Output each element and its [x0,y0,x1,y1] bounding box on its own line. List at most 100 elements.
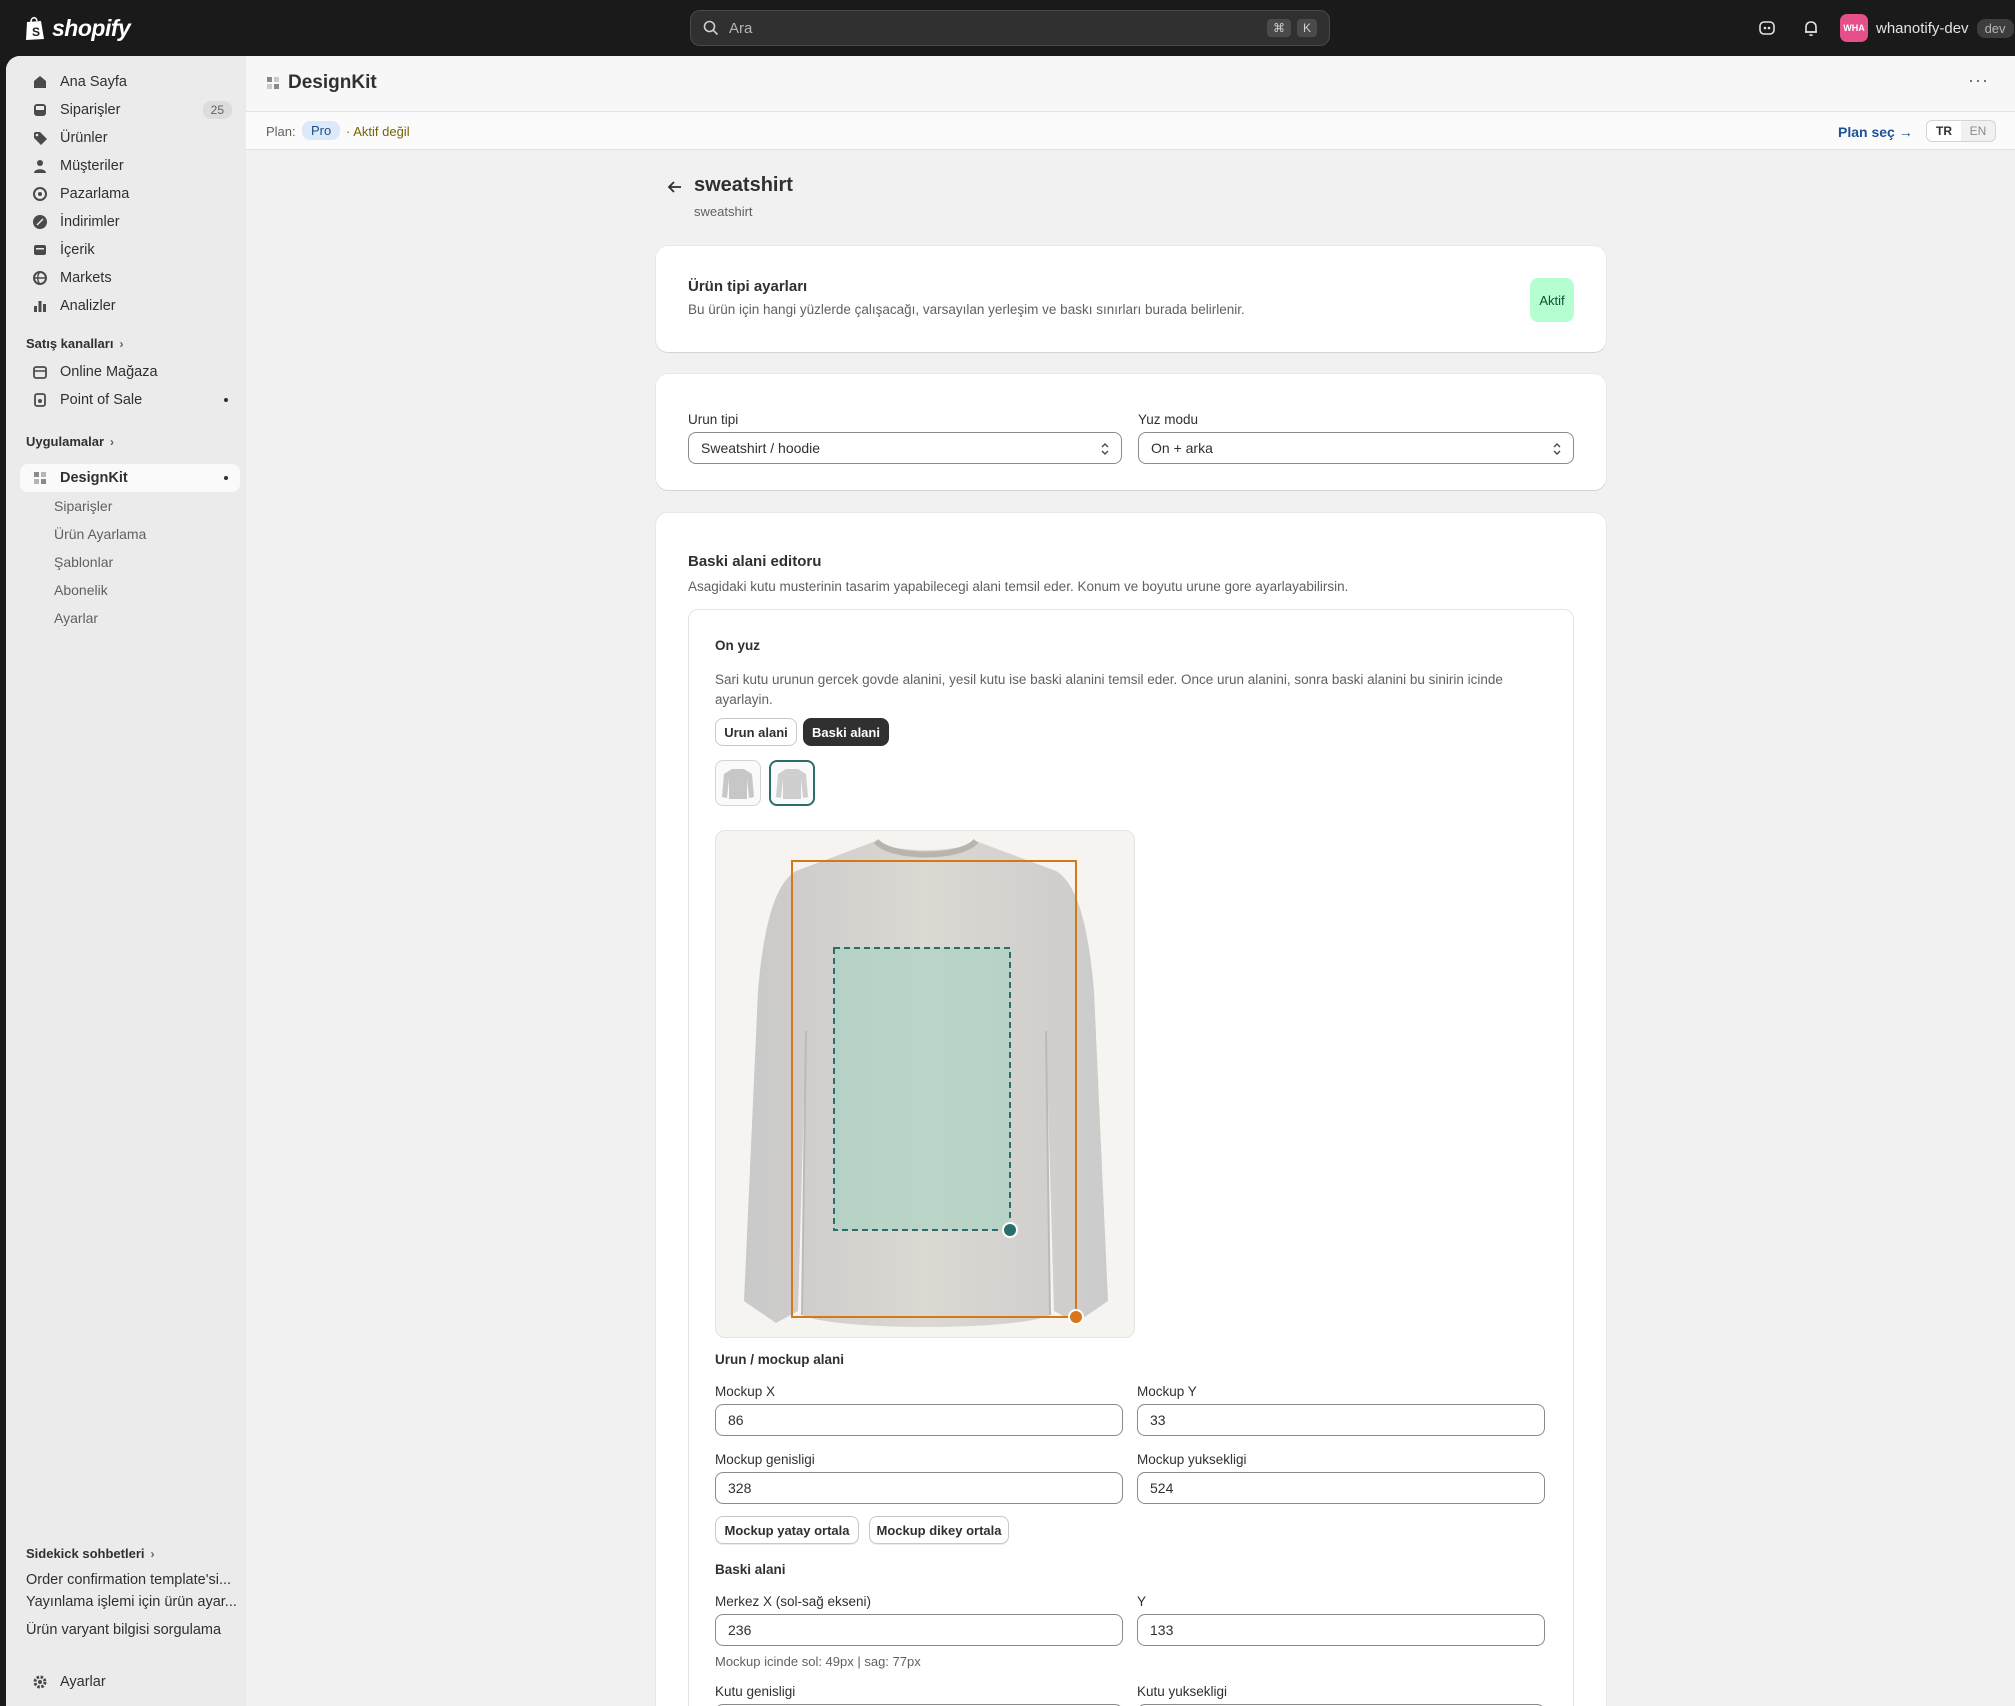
sidebar-subitem-product-settings[interactable]: Ürün Ayarlama [54,526,146,542]
box-width-label: Kutu genisligi [715,1684,796,1699]
app-title-text: DesignKit [288,72,377,93]
center-x-input[interactable]: 236 [715,1614,1123,1646]
center-x-label: Merkez X (sol-sağ ekseni) [715,1594,872,1609]
sidebar-item-online-store[interactable]: Online Mağaza [20,358,240,386]
store-badge: dev [1976,18,2014,38]
print-area-editor-card: Baski alani editoru Asagidaki kutu muste… [656,513,1606,1706]
mockup-y-label: Mockup Y [1137,1384,1197,1399]
mockup-width-input[interactable]: 328 [715,1472,1123,1504]
mockup-y-input[interactable]: 33 [1137,1404,1545,1436]
mockup-x-input[interactable]: 86 [715,1404,1123,1436]
language-en-button[interactable]: EN [1961,121,1995,141]
svg-text:S: S [32,25,40,39]
sidebar-item-settings[interactable]: Ayarlar [20,1668,240,1696]
sweatshirt-thumbnail-icon [722,769,754,799]
face-mode-select[interactable]: On + arka [1138,432,1574,464]
mockup-thumbnail[interactable] [715,760,761,806]
print-area-box[interactable] [833,947,1011,1231]
center-mockup-vertical-button[interactable]: Mockup dikey ortala [869,1516,1009,1544]
card-description: Asagidaki kutu musterinin tasarim yapabi… [688,579,1349,594]
back-arrow-icon[interactable] [666,178,684,196]
sidebar-item-content[interactable]: İçerik [20,236,240,264]
sidekick-chat-item[interactable]: Ürün varyant bilgisi sorgulama [26,1622,238,1638]
select-value: Sweatshirt / hoodie [701,440,821,456]
gear-icon [33,1675,47,1689]
product-type-select[interactable]: Sweatshirt / hoodie [688,432,1122,464]
mockup-height-input[interactable]: 524 [1137,1472,1545,1504]
bell-icon[interactable] [1801,18,1821,38]
search-placeholder: Ara [729,19,753,37]
mockup-width-label: Mockup genisligi [715,1452,815,1467]
card-heading: Ürün tipi ayarları [688,278,808,295]
sidebar-item-label: Müşteriler [60,158,124,174]
sidebar-subitem-orders[interactable]: Siparişler [54,498,112,514]
app-grid-icon [34,472,46,484]
app-header: DesignKit ··· [246,56,2015,112]
center-mockup-horizontal-button[interactable]: Mockup yatay ortala [715,1516,859,1544]
plan-label: Plan: [266,124,296,139]
store-icon [33,366,47,379]
sales-channels-section[interactable]: Satış kanalları › [26,336,123,351]
select-arrows-icon [1553,443,1561,455]
mockup-x-label: Mockup X [715,1384,776,1399]
sidebar-item-markets[interactable]: Markets [20,264,240,292]
sidebar-item-products[interactable]: Ürünler [20,124,240,152]
sidebar-item-marketing[interactable]: Pazarlama [20,180,240,208]
discount-icon [33,215,47,229]
sidebar-subitem-subscription[interactable]: Abonelik [54,582,108,598]
shopify-logo[interactable]: S shopify [24,14,131,42]
store-menu[interactable]: WHA whanotify-dev dev [1840,14,2014,42]
sweatshirt-mockup-image [744,838,1108,1327]
more-actions-button[interactable]: ··· [1968,70,1989,91]
sidebar-item-customers[interactable]: Müşteriler [20,152,240,180]
mockup-height-label: Mockup yuksekligi [1137,1452,1247,1467]
sidebar-item-point-of-sale[interactable]: Point of Sale [20,386,240,414]
plan-badge: Pro [302,121,341,140]
sweatshirt-thumbnail-icon [776,769,808,799]
mockup-section-heading: Urun / mockup alani [715,1352,845,1367]
input-value: 236 [728,1622,752,1638]
language-tr-button[interactable]: TR [1927,121,1961,141]
sidekick-chat-item[interactable]: Yayınlama işlemi için ürün ayar... [26,1594,238,1610]
search-icon [703,20,719,36]
sidebar-item-discounts[interactable]: İndirimler [20,208,240,236]
globe-icon [33,271,47,285]
chevron-right-icon: › [150,1546,155,1561]
product-area-mode-button[interactable]: Urun alani [715,718,797,746]
chart-icon [34,301,46,312]
mockup-canvas[interactable] [715,830,1135,1338]
sidebar-item-orders[interactable]: Siparişler 25 [20,96,240,124]
sidebar-subitem-templates[interactable]: Şablonlar [54,554,113,570]
input-value: 328 [728,1480,752,1496]
print-area-mode-button[interactable]: Baski alani [803,718,889,746]
apps-section[interactable]: Uygulamalar › [26,434,114,449]
status-badge: Aktif [1530,278,1574,322]
sidekick-section[interactable]: Sidekick sohbetleri › [26,1546,155,1561]
chevron-right-icon: › [119,336,124,351]
sidebar-item-analytics[interactable]: Analizler [20,292,240,320]
mockup-area-resize-handle[interactable] [1068,1309,1084,1325]
top-bar: S shopify Ara ⌘ K WHA whanotify-dev dev [0,0,2015,56]
input-value: 524 [1150,1480,1174,1496]
sidebar: Ana Sayfa Siparişler 25 Ürünler Müşteril… [6,56,246,1706]
sidekick-chat-item[interactable]: Order confirmation template'si... [26,1572,238,1588]
sidebar-item-designkit[interactable]: DesignKit [20,464,240,492]
face-title: On yuz [715,638,761,653]
mockup-thumbnail-selected[interactable] [769,760,815,806]
plan-bar: Plan: Pro · Aktif değil Plan seç → TR EN [246,112,2015,150]
print-y-input[interactable]: 133 [1137,1614,1545,1646]
sidekick-icon[interactable] [1757,18,1777,38]
apps-label: Uygulamalar [26,434,105,449]
input-value: 133 [1150,1622,1174,1638]
sidebar-item-home[interactable]: Ana Sayfa [20,68,240,96]
tag-icon [34,132,47,145]
sidebar-subitem-settings[interactable]: Ayarlar [54,610,98,626]
select-plan-link[interactable]: Plan seç → [1838,124,1913,140]
admin-frame: Ana Sayfa Siparişler 25 Ürünler Müşteril… [6,56,2015,1706]
person-icon [34,160,46,173]
print-area-resize-handle[interactable] [1002,1222,1018,1238]
sidebar-item-label: Ayarlar [60,1674,106,1690]
search-bar[interactable]: Ara ⌘ K [690,10,1330,46]
sidebar-item-label: Siparişler [60,102,121,118]
store-name: whanotify-dev [1876,19,1969,37]
